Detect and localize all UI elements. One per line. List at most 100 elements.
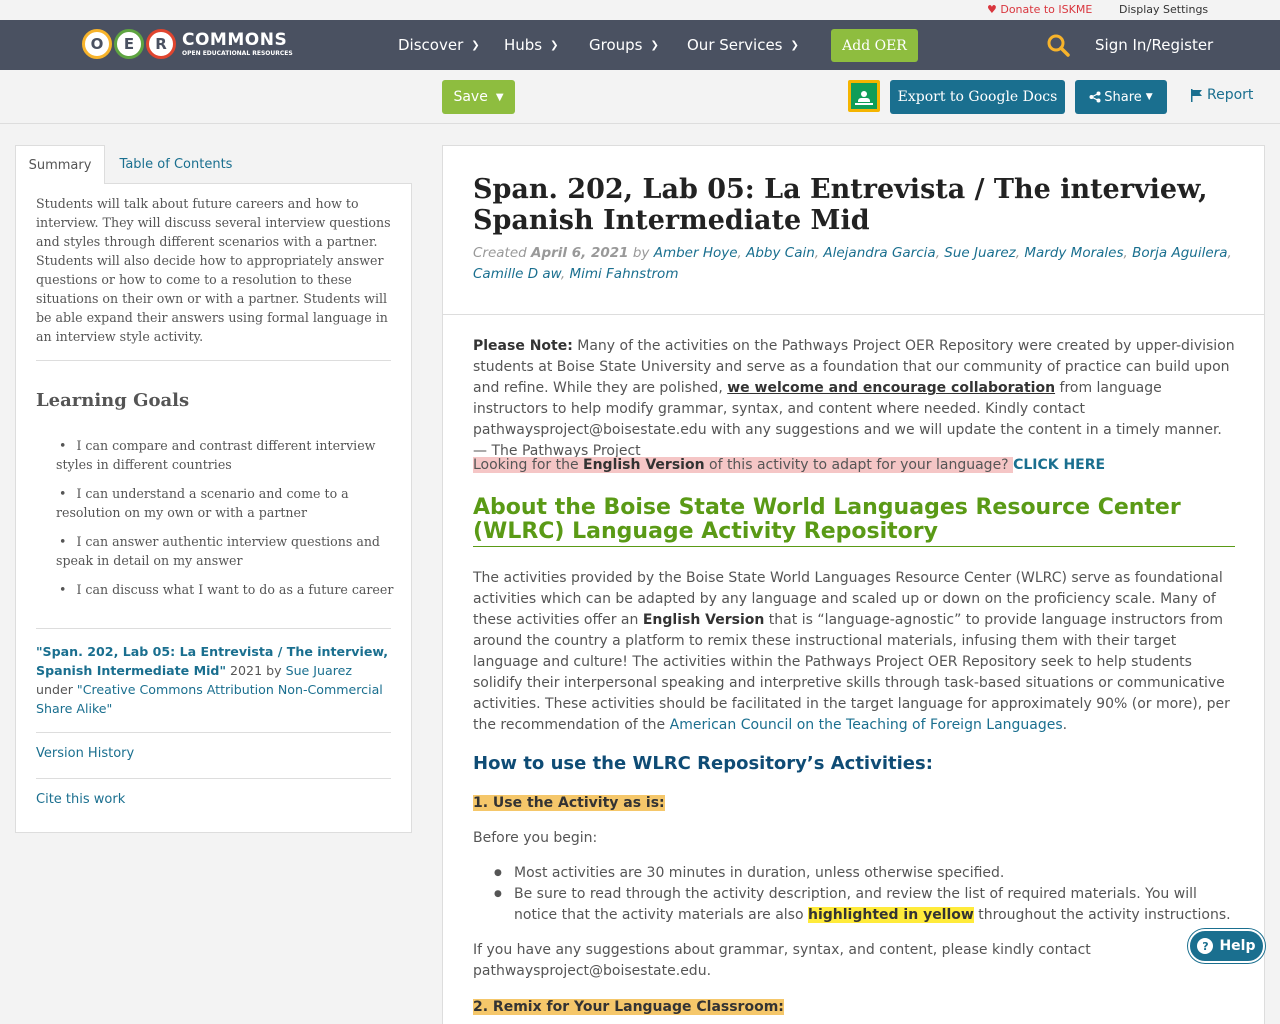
chevron-down-icon: ❯: [650, 39, 659, 51]
tab-summary[interactable]: Summary: [15, 145, 105, 184]
chevron-down-icon: ❯: [790, 39, 799, 51]
help-label: Help: [1219, 938, 1256, 954]
version-history-link[interactable]: Version History: [36, 746, 134, 761]
about-paragraph: The activities provided by the Boise Sta…: [473, 568, 1235, 736]
looking-highlight: Looking for the English Version of this …: [473, 457, 1014, 473]
click-here-link[interactable]: CLICK HERE: [1013, 457, 1105, 473]
author-link[interactable]: Alejandra Garcia: [823, 245, 935, 261]
how-to-heading: How to use the WLRC Repository’s Activit…: [473, 753, 933, 774]
list-item: I can compare and contrast different int…: [56, 436, 396, 474]
author-link[interactable]: Mimi Fahnstrom: [569, 266, 678, 282]
step-1-label: 1. Use the Activity as is:: [473, 795, 665, 811]
attribution-author-link[interactable]: Sue Juarez: [286, 663, 352, 678]
page-title: Span. 202, Lab 05: La Entrevista / The i…: [473, 174, 1208, 236]
list-item: Most activities are 30 minutes in durati…: [494, 863, 1234, 884]
step-2-heading: 2. Remix for Your Language Classroom:: [473, 997, 1235, 1018]
report-button[interactable]: Report: [1190, 87, 1253, 103]
author-link[interactable]: Borja Aguilera: [1132, 245, 1227, 261]
step-1-heading: 1. Use the Activity as is:: [473, 793, 1235, 814]
nav-hubs-label: Hubs: [504, 36, 543, 54]
export-google-docs-button[interactable]: Export to Google Docs: [890, 80, 1065, 114]
google-classroom-icon[interactable]: [848, 80, 880, 112]
display-settings-link[interactable]: Display Settings: [1119, 3, 1208, 16]
caret-down-icon: ▼: [1145, 92, 1153, 102]
main-navbar: O E R COMMONS OPEN EDUCATIONAL RESOURCES…: [0, 20, 1280, 70]
looking-bold: English Version: [583, 457, 705, 473]
tab-table-of-contents[interactable]: Table of Contents: [115, 145, 237, 184]
author-link[interactable]: Sue Juarez: [944, 245, 1015, 261]
looking-text-2: of this activity to adapt for your langu…: [704, 457, 1014, 473]
share-button[interactable]: Share ▼: [1075, 80, 1167, 114]
divider: [36, 628, 391, 629]
share-icon: [1089, 91, 1101, 103]
list-item: Be sure to read through the activity des…: [494, 884, 1234, 926]
english-version-paragraph: Looking for the English Version of this …: [473, 455, 1235, 476]
attribution: "Span. 202, Lab 05: La Entrevista / The …: [36, 642, 391, 718]
created-byline: Created April 6, 2021 by Amber Hoye, Abb…: [473, 245, 1232, 282]
summary-text: Students will talk about future careers …: [36, 196, 391, 344]
author-link[interactable]: Amber Hoye: [654, 245, 738, 261]
license-link[interactable]: "Creative Commons Attribution Non-Commer…: [36, 682, 383, 716]
please-note-paragraph: Please Note: Many of the activities on t…: [473, 336, 1235, 462]
search-icon[interactable]: [1046, 33, 1070, 57]
add-oer-button[interactable]: Add OER: [831, 29, 918, 62]
by-label: by: [632, 245, 650, 261]
created-date: April 6, 2021: [531, 245, 629, 261]
about-bold: English Version: [642, 612, 765, 628]
oer-commons-logo[interactable]: O E R COMMONS OPEN EDUCATIONAL RESOURCES: [82, 26, 293, 62]
report-label: Report: [1207, 87, 1254, 103]
share-label: Share: [1104, 89, 1142, 105]
nav-our-services-label: Our Services: [687, 36, 783, 54]
suggestions-paragraph: If you have any suggestions about gramma…: [473, 942, 1091, 979]
nav-discover[interactable]: Discover ❯: [398, 36, 480, 54]
logo-commons: COMMONS: [182, 29, 288, 50]
nav-our-services[interactable]: Our Services ❯: [687, 36, 799, 54]
nav-groups[interactable]: Groups ❯: [589, 36, 659, 54]
about-text-2: that is “language-agnostic” to provide l…: [473, 612, 1230, 733]
resource-sidebar: Summary Table of Contents Students will …: [15, 145, 412, 833]
donate-link[interactable]: ♥ Donate to ISKME: [987, 3, 1092, 16]
resource-main-panel: Span. 202, Lab 05: La Entrevista / The i…: [442, 145, 1265, 1024]
actfl-link[interactable]: American Council on the Teaching of Fore…: [670, 717, 1063, 733]
attribution-year: 2021: [230, 663, 263, 678]
list-item: I can understand a scenario and come to …: [56, 484, 396, 522]
cite-this-work-link[interactable]: Cite this work: [36, 792, 125, 807]
before-you-begin: Before you begin:: [473, 830, 598, 846]
about-heading: About the Boise State World Languages Re…: [473, 496, 1235, 547]
question-icon: ?: [1197, 938, 1214, 954]
logo-letter-e: E: [114, 29, 144, 59]
resource-toolbar: Save ▼ Export to Google Docs Share ▼ Repor…: [0, 70, 1280, 124]
step-2-label: 2. Remix for Your Language Classroom:: [473, 999, 784, 1015]
summary-panel: Students will talk about future careers …: [15, 183, 412, 833]
save-label: Save: [453, 89, 488, 105]
sidebar-tabs: Summary Table of Contents: [15, 145, 412, 184]
divider: [36, 732, 391, 733]
divider: [36, 360, 391, 361]
logo-letter-o: O: [82, 29, 112, 59]
nav-hubs[interactable]: Hubs ❯: [504, 36, 559, 54]
nav-discover-label: Discover: [398, 36, 464, 54]
about-end: .: [1062, 717, 1068, 733]
looking-text-1: Looking for the: [473, 457, 584, 473]
divider: [36, 778, 391, 779]
save-button[interactable]: Save ▼: [442, 80, 515, 114]
instructions-list: Most activities are 30 minutes in durati…: [494, 863, 1234, 926]
attribution-by: by: [266, 663, 282, 678]
utility-bar: ♥ Donate to ISKME Display Settings: [0, 0, 1280, 20]
sign-in-register-link[interactable]: Sign In/Register: [1095, 36, 1213, 54]
author-link[interactable]: Mardy Morales: [1024, 245, 1123, 261]
collaboration-link[interactable]: we welcome and encourage collaboration: [727, 380, 1055, 396]
help-button[interactable]: ? Help: [1188, 929, 1265, 963]
chevron-down-icon: ❯: [550, 39, 559, 51]
logo-letter-r: R: [146, 29, 176, 59]
chevron-down-icon: ❯: [471, 39, 480, 51]
list-item: I can answer authentic interview questio…: [56, 532, 396, 570]
logo-text: COMMONS OPEN EDUCATIONAL RESOURCES: [182, 29, 293, 57]
highlighted-text: highlighted in yellow: [808, 907, 974, 923]
author-link[interactable]: Camille D aw: [473, 266, 561, 282]
logo-tagline: OPEN EDUCATIONAL RESOURCES: [182, 49, 293, 57]
resource-header: Span. 202, Lab 05: La Entrevista / The i…: [443, 146, 1264, 315]
caret-down-icon: ▼: [495, 91, 504, 103]
nav-groups-label: Groups: [589, 36, 643, 54]
author-link[interactable]: Abby Cain: [746, 245, 815, 261]
